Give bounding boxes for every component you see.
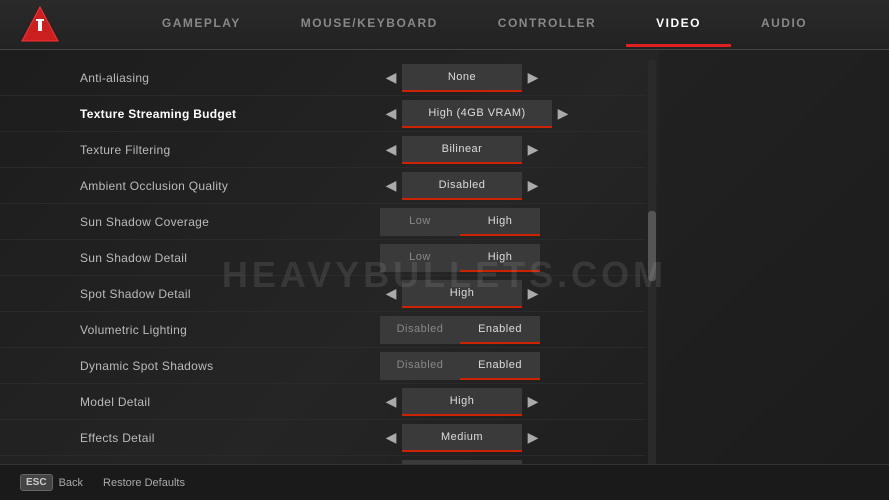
toggle-btn-dynamic_spot_shadows-disabled[interactable]: Disabled <box>380 352 460 380</box>
toggle-btn-sun_shadow_detail-low[interactable]: Low <box>380 244 460 272</box>
bottom-bar: ESC Back Restore Defaults <box>0 464 889 500</box>
arrow-left-model_detail[interactable]: ◀ <box>380 388 402 416</box>
setting-row-volumetric_lighting: Volumetric LightingDisabledEnabled <box>0 312 645 348</box>
setting-row-texture_streaming_budget: Texture Streaming Budget◀High (4GB VRAM)… <box>0 96 645 132</box>
arrow-control-texture_filtering: ◀Bilinear▶ <box>380 136 544 164</box>
setting-control-anti_aliasing: ◀None▶ <box>380 64 625 92</box>
setting-control-spot_shadow_detail: ◀High▶ <box>380 280 625 308</box>
setting-control-sun_shadow_coverage: LowHigh <box>380 208 625 236</box>
back-action[interactable]: ESC Back <box>20 474 83 491</box>
setting-label-volumetric_lighting: Volumetric Lighting <box>80 323 380 337</box>
nav-tab-controller[interactable]: CONTROLLER <box>468 2 626 47</box>
arrow-left-effects_detail[interactable]: ◀ <box>380 424 402 452</box>
nav-tabs: GAMEPLAYMOUSE/KEYBOARDCONTROLLERVIDEOAUD… <box>80 2 889 47</box>
setting-control-model_detail: ◀High▶ <box>380 388 625 416</box>
setting-row-model_detail: Model Detail◀High▶ <box>0 384 645 420</box>
value-box-texture_streaming_budget: High (4GB VRAM) <box>402 100 552 128</box>
setting-row-effects_detail: Effects Detail◀Medium▶ <box>0 420 645 456</box>
value-box-ambient_occlusion_quality: Disabled <box>402 172 522 200</box>
setting-label-sun_shadow_detail: Sun Shadow Detail <box>80 251 380 265</box>
toggle-pair-volumetric_lighting: DisabledEnabled <box>380 316 540 344</box>
setting-control-ambient_occlusion_quality: ◀Disabled▶ <box>380 172 625 200</box>
toggle-pair-dynamic_spot_shadows: DisabledEnabled <box>380 352 540 380</box>
arrow-right-texture_streaming_budget[interactable]: ▶ <box>552 100 574 128</box>
value-box-effects_detail: Medium <box>402 424 522 452</box>
arrow-control-effects_detail: ◀Medium▶ <box>380 424 544 452</box>
toggle-btn-dynamic_spot_shadows-enabled[interactable]: Enabled <box>460 352 540 380</box>
setting-label-ambient_occlusion_quality: Ambient Occlusion Quality <box>80 179 380 193</box>
esc-key-badge: ESC <box>20 474 53 491</box>
setting-row-ambient_occlusion_quality: Ambient Occlusion Quality◀Disabled▶ <box>0 168 645 204</box>
arrow-left-spot_shadow_detail[interactable]: ◀ <box>380 280 402 308</box>
toggle-btn-volumetric_lighting-enabled[interactable]: Enabled <box>460 316 540 344</box>
setting-row-sun_shadow_detail: Sun Shadow DetailLowHigh <box>0 240 645 276</box>
value-box-texture_filtering: Bilinear <box>402 136 522 164</box>
back-label: Back <box>59 477 83 489</box>
setting-label-texture_filtering: Texture Filtering <box>80 143 380 157</box>
setting-row-texture_filtering: Texture Filtering◀Bilinear▶ <box>0 132 645 168</box>
setting-label-anti_aliasing: Anti-aliasing <box>80 71 380 85</box>
setting-row-spot_shadow_detail: Spot Shadow Detail◀High▶ <box>0 276 645 312</box>
arrow-control-spot_shadow_detail: ◀High▶ <box>380 280 544 308</box>
arrow-right-spot_shadow_detail[interactable]: ▶ <box>522 280 544 308</box>
arrow-right-ambient_occlusion_quality[interactable]: ▶ <box>522 172 544 200</box>
settings-panel: Anti-aliasing◀None▶Texture Streaming Bud… <box>0 50 645 500</box>
nav-tab-video[interactable]: VIDEO <box>626 2 731 47</box>
arrow-left-anti_aliasing[interactable]: ◀ <box>380 64 402 92</box>
value-box-spot_shadow_detail: High <box>402 280 522 308</box>
setting-label-sun_shadow_coverage: Sun Shadow Coverage <box>80 215 380 229</box>
arrow-left-texture_streaming_budget[interactable]: ◀ <box>380 100 402 128</box>
nav-tab-audio[interactable]: AUDIO <box>731 2 837 47</box>
toggle-btn-sun_shadow_coverage-high[interactable]: High <box>460 208 540 236</box>
nav-tab-mouse_keyboard[interactable]: MOUSE/KEYBOARD <box>271 2 468 47</box>
setting-label-texture_streaming_budget: Texture Streaming Budget <box>80 107 380 121</box>
logo-area <box>0 0 80 53</box>
setting-control-dynamic_spot_shadows: DisabledEnabled <box>380 352 625 380</box>
restore-defaults-label: Restore Defaults <box>103 477 185 489</box>
arrow-right-texture_filtering[interactable]: ▶ <box>522 136 544 164</box>
arrow-control-model_detail: ◀High▶ <box>380 388 544 416</box>
value-box-anti_aliasing: None <box>402 64 522 92</box>
toggle-pair-sun_shadow_detail: LowHigh <box>380 244 540 272</box>
setting-label-effects_detail: Effects Detail <box>80 431 380 445</box>
setting-row-anti_aliasing: Anti-aliasing◀None▶ <box>0 60 645 96</box>
scroll-track[interactable] <box>648 60 656 490</box>
arrow-control-texture_streaming_budget: ◀High (4GB VRAM)▶ <box>380 100 574 128</box>
apex-logo-icon <box>20 5 60 45</box>
setting-control-texture_streaming_budget: ◀High (4GB VRAM)▶ <box>380 100 625 128</box>
arrow-right-anti_aliasing[interactable]: ▶ <box>522 64 544 92</box>
toggle-pair-sun_shadow_coverage: LowHigh <box>380 208 540 236</box>
scrollbar-track[interactable] <box>645 50 659 500</box>
arrow-control-ambient_occlusion_quality: ◀Disabled▶ <box>380 172 544 200</box>
toggle-btn-sun_shadow_coverage-low[interactable]: Low <box>380 208 460 236</box>
nav-tab-gameplay[interactable]: GAMEPLAY <box>132 2 271 47</box>
setting-row-dynamic_spot_shadows: Dynamic Spot ShadowsDisabledEnabled <box>0 348 645 384</box>
toggle-btn-volumetric_lighting-disabled[interactable]: Disabled <box>380 316 460 344</box>
setting-control-texture_filtering: ◀Bilinear▶ <box>380 136 625 164</box>
scroll-thumb[interactable] <box>648 211 656 281</box>
restore-defaults-action[interactable]: Restore Defaults <box>103 477 185 489</box>
setting-label-model_detail: Model Detail <box>80 395 380 409</box>
setting-control-sun_shadow_detail: LowHigh <box>380 244 625 272</box>
value-box-model_detail: High <box>402 388 522 416</box>
main-content: Anti-aliasing◀None▶Texture Streaming Bud… <box>0 50 889 500</box>
arrow-left-ambient_occlusion_quality[interactable]: ◀ <box>380 172 402 200</box>
right-panel <box>659 50 889 500</box>
arrow-control-anti_aliasing: ◀None▶ <box>380 64 544 92</box>
toggle-btn-sun_shadow_detail-high[interactable]: High <box>460 244 540 272</box>
setting-control-effects_detail: ◀Medium▶ <box>380 424 625 452</box>
arrow-right-model_detail[interactable]: ▶ <box>522 388 544 416</box>
arrow-right-effects_detail[interactable]: ▶ <box>522 424 544 452</box>
setting-label-spot_shadow_detail: Spot Shadow Detail <box>80 287 380 301</box>
setting-control-volumetric_lighting: DisabledEnabled <box>380 316 625 344</box>
setting-label-dynamic_spot_shadows: Dynamic Spot Shadows <box>80 359 380 373</box>
arrow-left-texture_filtering[interactable]: ◀ <box>380 136 402 164</box>
setting-row-sun_shadow_coverage: Sun Shadow CoverageLowHigh <box>0 204 645 240</box>
nav-bar: GAMEPLAYMOUSE/KEYBOARDCONTROLLERVIDEOAUD… <box>0 0 889 50</box>
